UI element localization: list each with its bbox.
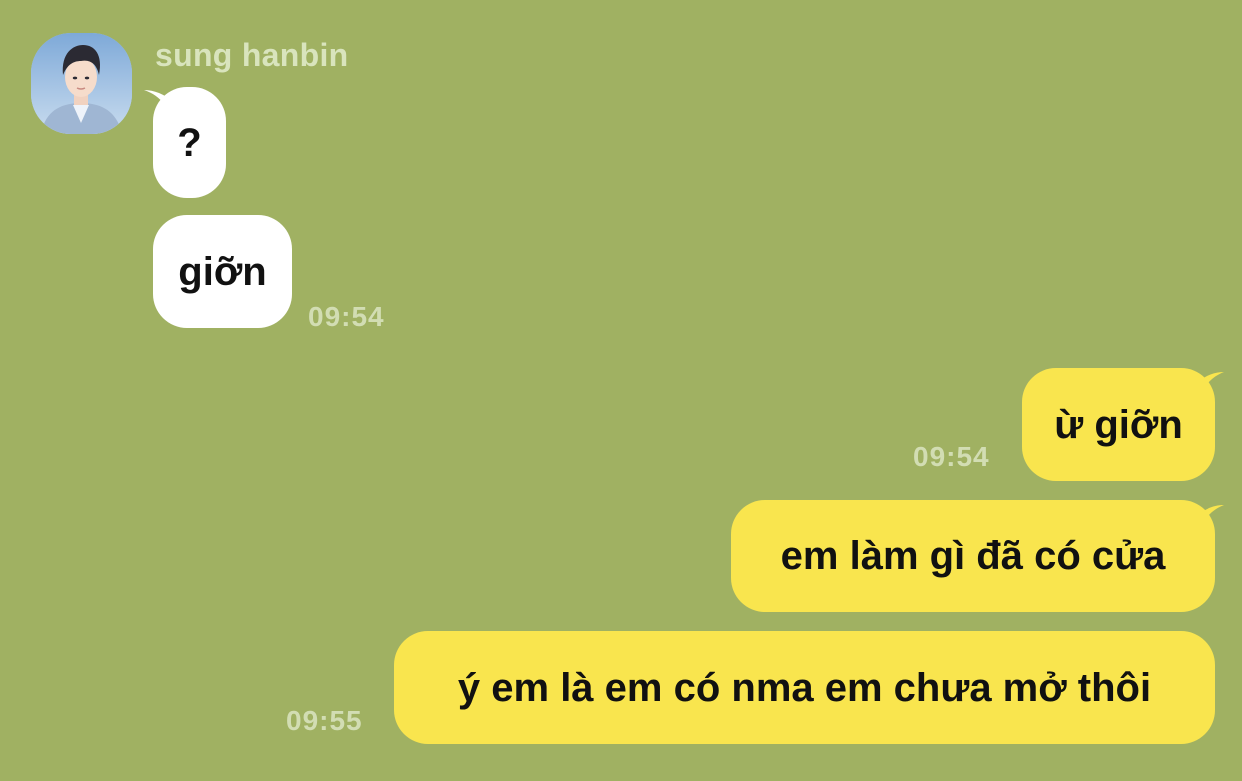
message-text: em làm gì đã có cửa — [780, 534, 1166, 578]
sender-avatar[interactable] — [31, 33, 132, 134]
message-timestamp: 09:54 — [913, 441, 990, 472]
sender-name: sung hanbin — [155, 37, 349, 73]
message-text: ý em là em có nma em chưa mở thôi — [457, 665, 1152, 710]
incoming-message[interactable]: giỡn — [153, 215, 292, 328]
outgoing-message[interactable]: ý em là em có nma em chưa mở thôi — [394, 631, 1215, 744]
message-timestamp: 09:55 — [286, 705, 363, 736]
message-text: ? — [177, 120, 202, 165]
message-timestamp: 09:54 — [308, 301, 385, 332]
incoming-message[interactable]: ? — [153, 87, 226, 198]
chat-window: sung hanbin ? giỡn 09:54 ừ giỡn 09:54 em… — [0, 0, 1242, 781]
message-text: ừ giỡn — [1054, 402, 1183, 447]
outgoing-message[interactable]: em làm gì đã có cửa — [731, 500, 1215, 612]
avatar-photo-icon — [31, 33, 132, 134]
outgoing-message[interactable]: ừ giỡn — [1022, 368, 1215, 481]
message-text: giỡn — [178, 249, 267, 294]
